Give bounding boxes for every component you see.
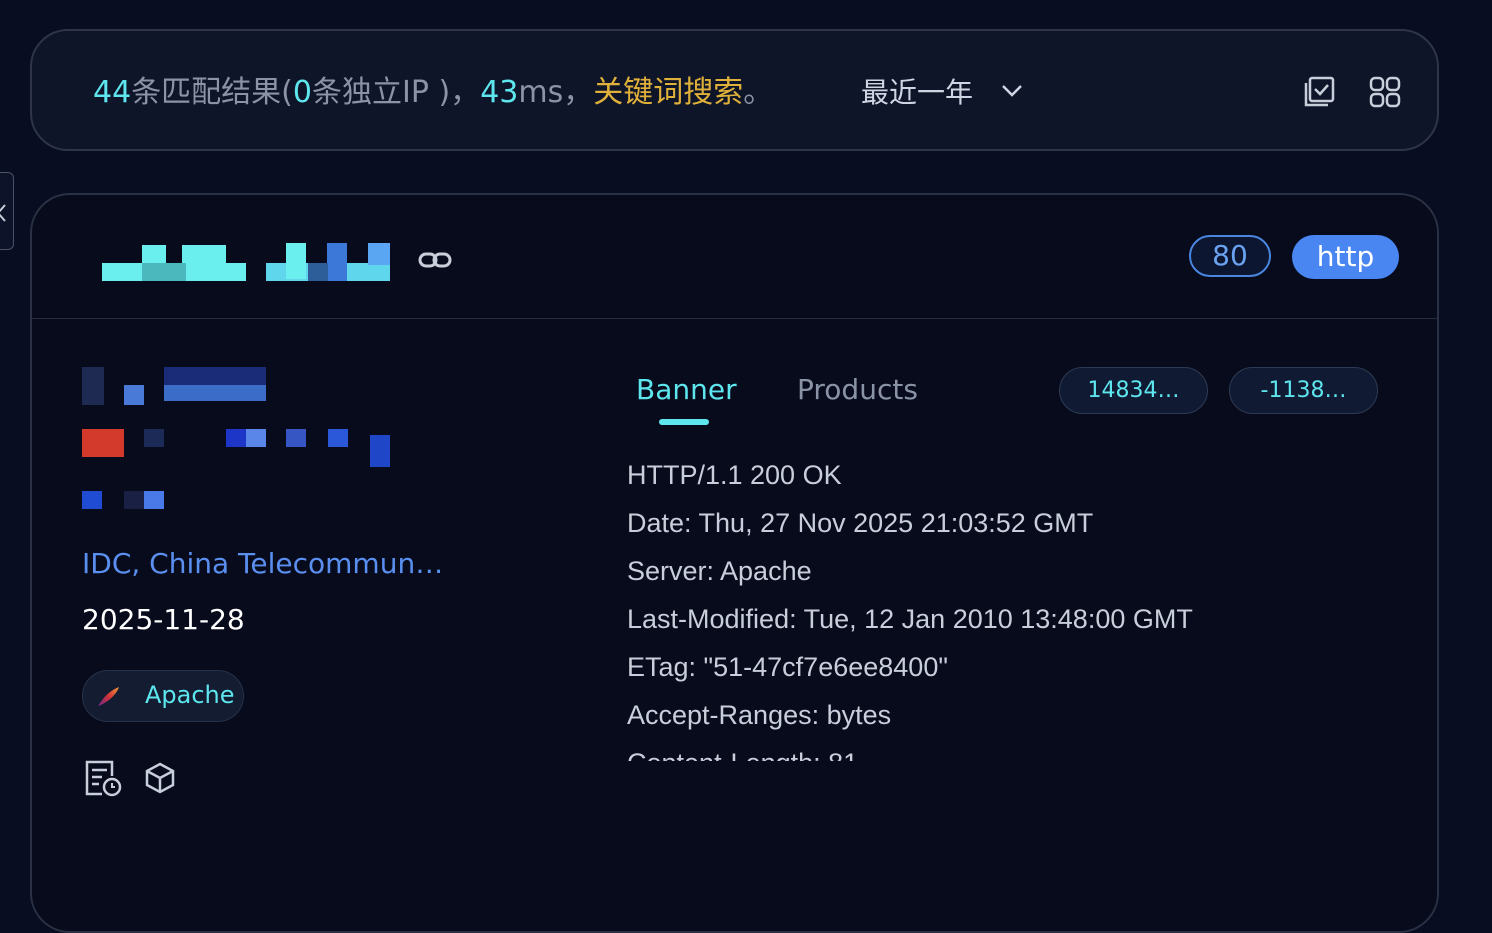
apache-feather-icon: [98, 687, 119, 706]
query-time-unit: ms，: [518, 75, 594, 110]
tab-banner[interactable]: Banner: [636, 373, 737, 406]
banner-line: ETag: "51-47cf7e6ee8400": [627, 652, 948, 682]
banner-content: HTTP/1.1 200 OK Date: Thu, 27 Nov 2025 2…: [627, 451, 1327, 761]
unique-ip-label: 条独立IP )，: [312, 75, 481, 110]
chevron-down-icon[interactable]: [1000, 81, 1024, 99]
sidebar-collapse-tab[interactable]: [0, 172, 14, 250]
result-summary: 44条匹配结果(0条独立IP )，43ms，关键词搜索。: [93, 71, 773, 115]
banner-line: Date: Thu, 27 Nov 2025 21:03:52 GMT: [627, 508, 1094, 538]
grid-view-icon[interactable]: [1368, 75, 1402, 109]
select-all-icon[interactable]: [1302, 75, 1336, 109]
unique-ip-count: 0: [292, 75, 312, 110]
product-cube-icon[interactable]: [144, 761, 176, 795]
banner-line: HTTP/1.1 200 OK: [627, 460, 842, 490]
chevron-left-icon: [0, 204, 6, 222]
organization-link[interactable]: IDC, China Telecommun…: [82, 547, 443, 580]
result-date: 2025-11-28: [82, 603, 245, 636]
hash-badge-1[interactable]: 14834…: [1059, 367, 1208, 414]
tech-tag-label: Apache: [145, 681, 235, 709]
active-tab-indicator: [659, 419, 709, 425]
tech-tag-apache[interactable]: Apache: [82, 670, 244, 722]
protocol-badge[interactable]: http: [1292, 235, 1399, 279]
time-range-select[interactable]: 最近一年: [861, 71, 973, 115]
banner-line: Accept-Ranges: bytes: [627, 700, 892, 730]
hash-badge-2[interactable]: -1138…: [1229, 367, 1378, 414]
tab-products[interactable]: Products: [797, 373, 918, 406]
banner-line: Server: Apache: [627, 556, 812, 586]
result-count-label: 条匹配结果(: [131, 75, 293, 110]
query-time: 43: [480, 75, 519, 110]
report-icon[interactable]: [82, 758, 124, 798]
search-summary-bar: 44条匹配结果(0条独立IP )，43ms，关键词搜索。 最近一年: [30, 29, 1439, 151]
result-count: 44: [93, 75, 132, 110]
banner-line: Content-Length: 81: [627, 739, 1327, 761]
summary-end: 。: [743, 75, 774, 110]
result-card-header: 80 http: [32, 195, 1437, 319]
search-mode: 关键词搜索: [593, 75, 744, 110]
result-card: 80 http IDC, China Telecommun… 2025-11-2…: [30, 193, 1439, 933]
port-badge[interactable]: 80: [1189, 235, 1271, 277]
link-icon[interactable]: [418, 251, 452, 269]
banner-line: Last-Modified: Tue, 12 Jan 2010 13:48:00…: [627, 604, 1193, 634]
